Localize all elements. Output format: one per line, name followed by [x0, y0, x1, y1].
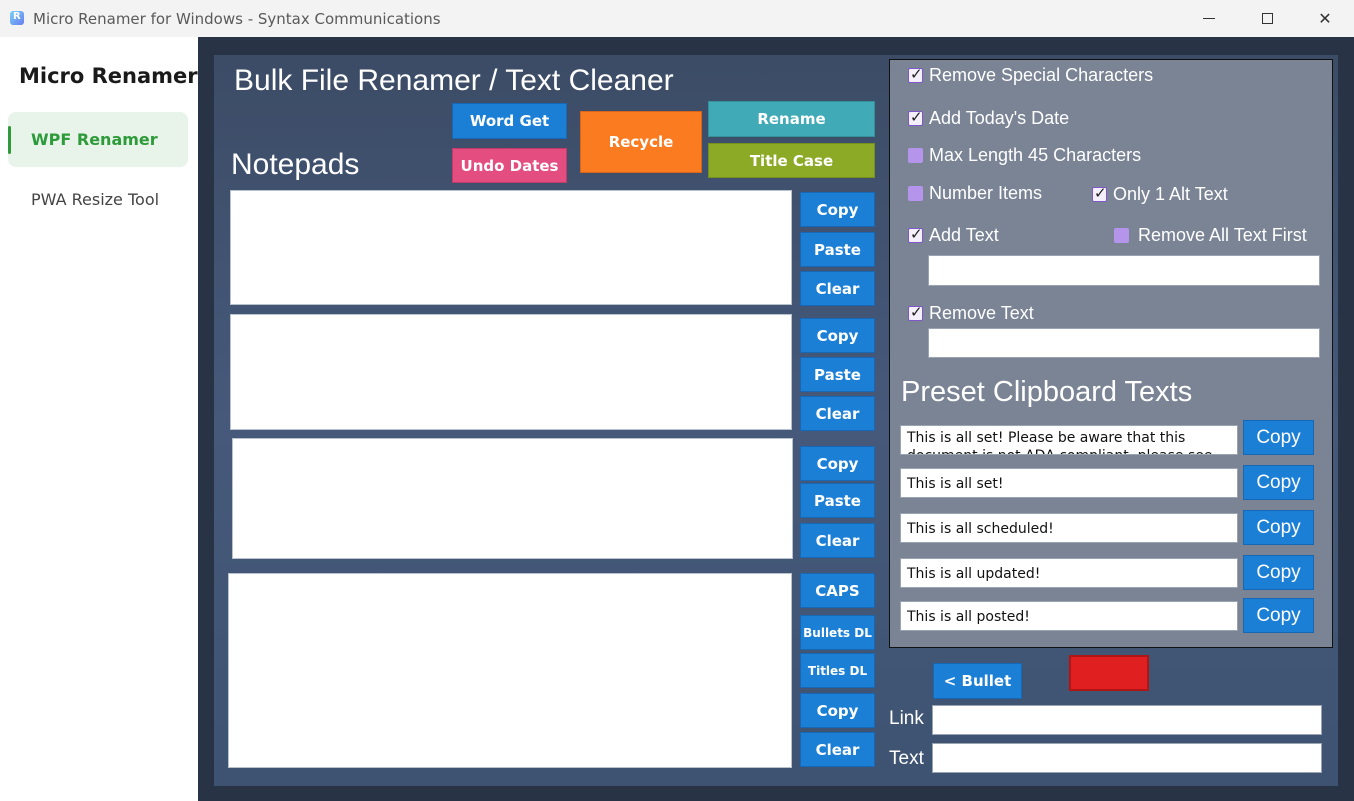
option-label: Remove All Text First [1138, 225, 1307, 245]
notepad-2[interactable] [230, 314, 792, 430]
remove-all-text-first-option[interactable]: Remove All Text First [1114, 225, 1307, 246]
max-length-option[interactable]: Max Length 45 Characters [908, 145, 1141, 166]
preset-5-copy-button[interactable]: Copy [1243, 598, 1314, 633]
option-label: Add Today's Date [929, 108, 1070, 128]
checkbox[interactable] [1114, 228, 1129, 243]
preset-4-copy-button[interactable]: Copy [1243, 555, 1314, 590]
number-items-option[interactable]: Number Items [908, 183, 1042, 204]
checkbox[interactable] [908, 225, 923, 243]
rename-button[interactable]: Rename [708, 101, 875, 137]
sidebar-item-label: PWA Resize Tool [31, 190, 160, 209]
checkbox[interactable] [908, 186, 923, 201]
preset-text-3[interactable]: This is all scheduled! [900, 513, 1238, 543]
preset-1-copy-button[interactable]: Copy [1243, 420, 1314, 455]
word-get-button[interactable]: Word Get [452, 103, 567, 139]
notepad-2-copy-button[interactable]: Copy [800, 318, 875, 353]
title-bar: Micro Renamer for Windows - Syntax Commu… [0, 0, 1354, 37]
window-title: Micro Renamer for Windows - Syntax Commu… [33, 10, 441, 28]
notepad-4-copy-button[interactable]: Copy [800, 693, 875, 728]
undo-dates-button[interactable]: Undo Dates [452, 148, 567, 183]
maximize-button[interactable] [1238, 0, 1296, 37]
bullets-dl-button[interactable]: Bullets DL [800, 615, 875, 650]
add-text-input[interactable] [928, 255, 1320, 286]
preset-text-2[interactable]: This is all set! [900, 468, 1238, 498]
option-label: Add Text [929, 225, 999, 245]
preset-text-5[interactable]: This is all posted! [900, 601, 1238, 631]
close-button[interactable]: ✕ [1296, 0, 1354, 37]
red-indicator [1069, 655, 1149, 691]
only-one-alt-text-option[interactable]: Only 1 Alt Text [1092, 184, 1228, 205]
caps-button[interactable]: CAPS [800, 573, 875, 608]
option-label: Remove Special Characters [929, 65, 1154, 85]
notepad-3-clear-button[interactable]: Clear [800, 523, 875, 558]
checkbox[interactable] [1092, 184, 1107, 202]
minimize-icon [1203, 18, 1215, 19]
close-icon: ✕ [1318, 9, 1332, 28]
notepads-heading: Notepads [231, 148, 360, 181]
remove-text-input[interactable] [928, 328, 1320, 358]
preset-3-copy-button[interactable]: Copy [1243, 510, 1314, 545]
preset-text-4[interactable]: This is all updated! [900, 558, 1238, 588]
maximize-icon [1261, 13, 1273, 24]
notepad-4[interactable] [228, 573, 792, 768]
option-label: Number Items [929, 183, 1043, 203]
notepad-3-copy-button[interactable]: Copy [800, 446, 875, 481]
sidebar-title: Micro Renamer [19, 64, 198, 88]
sidebar-item-pwa-resize-tool[interactable]: PWA Resize Tool [8, 172, 188, 227]
remove-special-characters-option[interactable]: Remove Special Characters [908, 65, 1153, 86]
notepad-1-paste-button[interactable]: Paste [800, 232, 875, 267]
app-icon [10, 11, 24, 25]
remove-text-option[interactable]: Remove Text [908, 303, 1034, 324]
option-label: Max Length 45 Characters [929, 145, 1142, 165]
bullet-button[interactable]: < Bullet [933, 663, 1022, 699]
link-input[interactable] [932, 705, 1322, 735]
preset-text-1[interactable]: This is all set! Please be aware that th… [900, 425, 1238, 455]
checkbox[interactable] [908, 303, 923, 321]
notepad-4-clear-button[interactable]: Clear [800, 732, 875, 767]
add-todays-date-option[interactable]: Add Today's Date [908, 108, 1069, 129]
titles-dl-button[interactable]: Titles DL [800, 653, 875, 688]
recycle-button[interactable]: Recycle [580, 111, 702, 173]
option-label: Remove Text [929, 303, 1034, 323]
minimize-button[interactable] [1180, 0, 1238, 37]
checkbox[interactable] [908, 65, 923, 83]
sidebar: Micro Renamer WPF Renamer PWA Resize Too… [0, 37, 198, 801]
notepad-2-clear-button[interactable]: Clear [800, 396, 875, 431]
checkbox[interactable] [908, 108, 923, 126]
notepad-1[interactable] [230, 190, 792, 305]
page-title: Bulk File Renamer / Text Cleaner [234, 64, 674, 97]
link-label: Link [889, 708, 924, 729]
sidebar-item-wpf-renamer[interactable]: WPF Renamer [8, 112, 188, 167]
notepad-2-paste-button[interactable]: Paste [800, 357, 875, 392]
text-label: Text [889, 748, 924, 769]
title-case-button[interactable]: Title Case [708, 143, 875, 178]
checkbox[interactable] [908, 148, 923, 163]
option-label: Only 1 Alt Text [1113, 184, 1228, 204]
text-input[interactable] [932, 743, 1322, 773]
notepad-1-clear-button[interactable]: Clear [800, 271, 875, 306]
sidebar-item-label: WPF Renamer [31, 130, 158, 149]
notepad-1-copy-button[interactable]: Copy [800, 192, 875, 227]
preset-clipboard-heading: Preset Clipboard Texts [901, 376, 1193, 408]
preset-2-copy-button[interactable]: Copy [1243, 465, 1314, 500]
add-text-option[interactable]: Add Text [908, 225, 999, 246]
notepad-3-paste-button[interactable]: Paste [800, 483, 875, 518]
notepad-3[interactable] [232, 438, 793, 559]
